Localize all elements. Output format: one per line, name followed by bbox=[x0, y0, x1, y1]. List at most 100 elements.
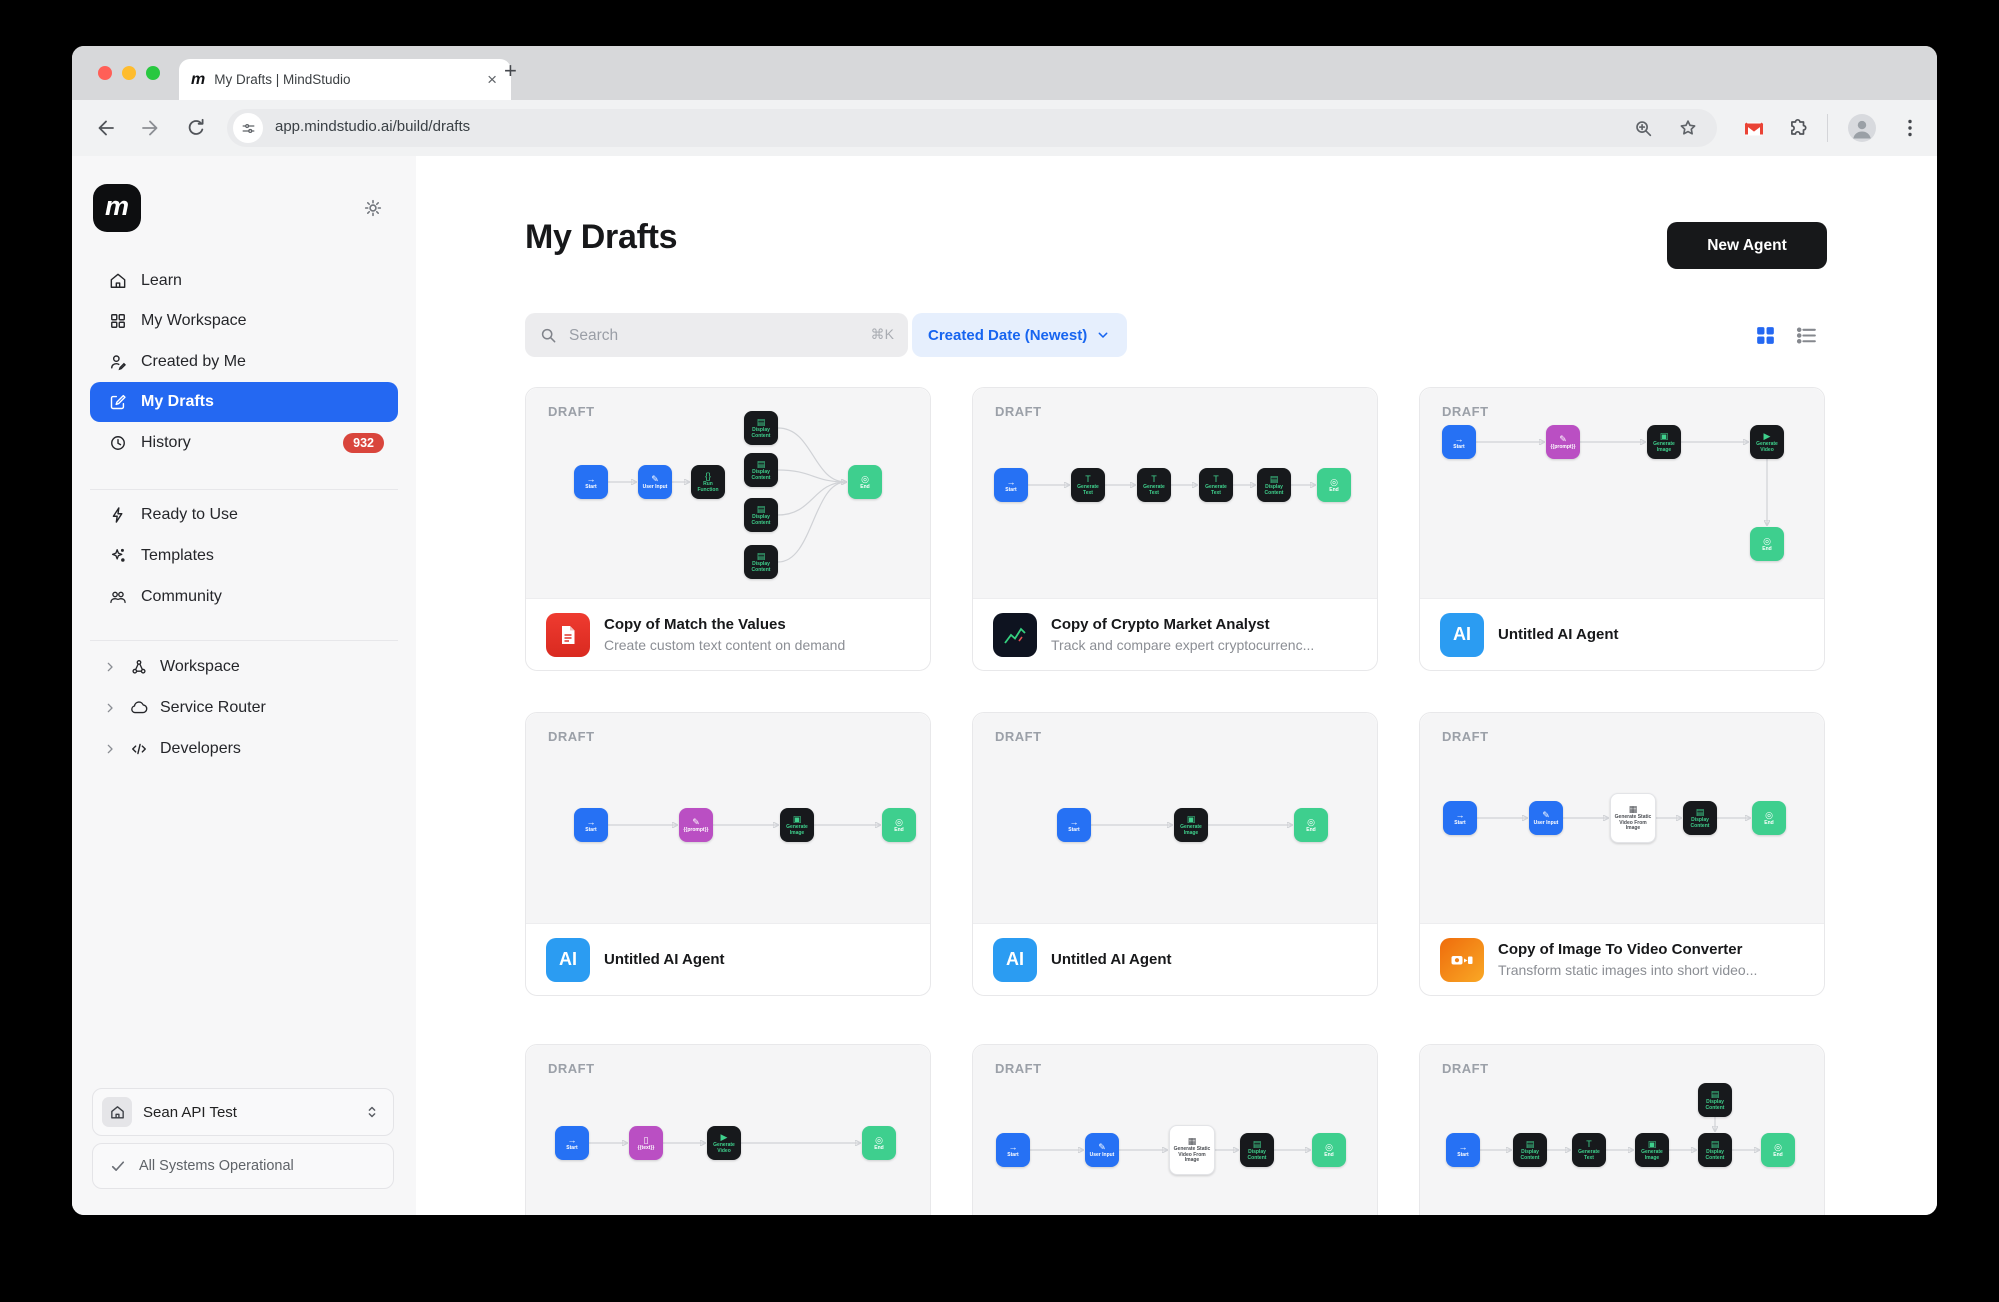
workflow-node-user-input: ✎User Input bbox=[1085, 1133, 1119, 1167]
mindstudio-logo[interactable]: m bbox=[93, 184, 141, 232]
settings-gear-icon[interactable] bbox=[362, 197, 384, 219]
sidebar-item-learn[interactable]: Learn bbox=[90, 261, 398, 301]
sidebar-item-created-by-me[interactable]: Created by Me bbox=[90, 342, 398, 382]
browser-menu-icon[interactable] bbox=[1898, 116, 1922, 140]
cloud-icon bbox=[129, 698, 149, 718]
card-footer: AI Untitled AI Agent bbox=[526, 923, 930, 995]
new-agent-button[interactable]: New Agent bbox=[1667, 222, 1827, 269]
code-icon bbox=[129, 739, 149, 759]
sidebar-item-my-workspace[interactable]: My Workspace bbox=[90, 301, 398, 341]
ai-agent-icon: AI bbox=[1006, 949, 1024, 970]
workflow-node-generate-text: TGenerate Text bbox=[1071, 468, 1105, 502]
bookmark-star-icon[interactable] bbox=[1677, 117, 1699, 139]
workflow-node-display-content: ▤Display Content bbox=[1698, 1133, 1732, 1167]
workflow-node-display-content: ▤Display Content bbox=[1698, 1083, 1732, 1117]
workflow-canvas: DRAFT →Start✎User Input▦Generate Static … bbox=[973, 1045, 1377, 1215]
tab-title: My Drafts | MindStudio bbox=[214, 72, 476, 87]
workflow-node-start: →Start bbox=[574, 465, 608, 499]
card-text: Copy of Image To Video Converter Transfo… bbox=[1498, 939, 1757, 980]
draft-card[interactable]: DRAFT →Start▯{{text}}▶Generate Video◎End bbox=[525, 1044, 931, 1215]
draft-card[interactable]: DRAFT →Start✎{{prompt}}▣Generate Image▶G… bbox=[1419, 387, 1825, 671]
sort-dropdown[interactable]: Created Date (Newest) bbox=[912, 313, 1127, 357]
new-tab-button[interactable]: + bbox=[504, 60, 517, 82]
draft-card[interactable]: DRAFT →StartTGenerate TextTGenerate Text… bbox=[972, 387, 1378, 671]
draft-card[interactable]: DRAFT →Start▤Display ContentTGenerate Te… bbox=[1419, 1044, 1825, 1215]
workspace-home-icon bbox=[102, 1097, 132, 1127]
sidebar-item-my-drafts[interactable]: My Drafts bbox=[90, 382, 398, 422]
sidebar-item-history[interactable]: History 932 bbox=[90, 423, 398, 463]
workflow-node-display-content: ▤Display Content bbox=[744, 498, 778, 532]
sidebar: m Learn My Workspace Created by Me My Dr… bbox=[72, 156, 417, 1215]
workflow-node-run-function: {}Run Function bbox=[691, 465, 725, 499]
workflow-node-generate-text: TGenerate Text bbox=[1199, 468, 1233, 502]
card-icon: AI bbox=[1440, 613, 1484, 657]
sidebar-item-developers[interactable]: Developers bbox=[90, 729, 398, 769]
close-window-button[interactable] bbox=[98, 66, 112, 80]
page-content: m Learn My Workspace Created by Me My Dr… bbox=[72, 156, 1937, 1215]
address-bar[interactable]: app.mindstudio.ai/build/drafts bbox=[227, 109, 1717, 147]
extensions-icon[interactable] bbox=[1786, 116, 1810, 140]
sidebar-item-workspace[interactable]: Workspace bbox=[90, 647, 398, 687]
tab-close-icon[interactable]: × bbox=[485, 71, 499, 88]
sidebar-item-community[interactable]: Community bbox=[90, 577, 398, 617]
back-button[interactable] bbox=[94, 116, 118, 140]
toolbar-separator bbox=[1827, 114, 1828, 142]
list-view-toggle[interactable] bbox=[1794, 323, 1819, 348]
browser-toolbar: app.mindstudio.ai/build/drafts bbox=[72, 100, 1937, 157]
workflow-node-text: ▯{{text}} bbox=[629, 1126, 663, 1160]
card-footer: AI Copy of Image To Video Converter Tran… bbox=[1420, 923, 1824, 995]
workflow-node-user-input: ✎User Input bbox=[638, 465, 672, 499]
site-info-icon[interactable] bbox=[233, 113, 263, 143]
system-status[interactable]: All Systems Operational bbox=[92, 1143, 394, 1189]
card-title: Untitled AI Agent bbox=[1498, 624, 1619, 645]
sort-label: Created Date (Newest) bbox=[928, 327, 1087, 344]
workflow-node-generate-video: ▶Generate Video bbox=[707, 1126, 741, 1160]
sidebar-item-ready-to-use[interactable]: Ready to Use bbox=[90, 495, 398, 535]
grid-view-toggle[interactable] bbox=[1753, 323, 1778, 348]
draft-card[interactable]: DRAFT →Start✎{{prompt}}▣Generate Image◎E… bbox=[525, 712, 931, 996]
profile-avatar[interactable] bbox=[1848, 114, 1876, 142]
nodes-icon bbox=[129, 657, 149, 677]
workflow-node-start: →Start bbox=[574, 808, 608, 842]
workflow-canvas: DRAFT →Start✎User Input▦Generate Static … bbox=[1420, 713, 1824, 924]
card-icon: AI bbox=[546, 938, 590, 982]
draft-card[interactable]: DRAFT →Start✎User Input▦Generate Static … bbox=[972, 1044, 1378, 1215]
maximize-window-button[interactable] bbox=[146, 66, 160, 80]
workflow-node-start: →Start bbox=[555, 1126, 589, 1160]
card-subtitle: Create custom text content on demand bbox=[604, 635, 845, 655]
browser-tab[interactable]: m My Drafts | MindStudio × bbox=[179, 59, 511, 100]
draft-card[interactable]: DRAFT →Start✎User Input▦Generate Static … bbox=[1419, 712, 1825, 996]
reload-button[interactable] bbox=[184, 116, 208, 140]
sidebar-item-templates[interactable]: Templates bbox=[90, 536, 398, 576]
workflow-node-display-content: ▤Display Content bbox=[1240, 1133, 1274, 1167]
workflow-canvas: DRAFT →Start✎User Input{}Run Function▤Di… bbox=[526, 388, 930, 599]
workflow-node-prompt: ✎{{prompt}} bbox=[679, 808, 713, 842]
card-footer: AI Copy of Match the Values Create custo… bbox=[526, 598, 930, 670]
chevron-right-icon bbox=[102, 700, 118, 716]
search-input[interactable] bbox=[567, 313, 841, 359]
home-icon bbox=[108, 271, 128, 291]
workflow-node-start: →Start bbox=[1442, 425, 1476, 459]
sidebar-item-service-router[interactable]: Service Router bbox=[90, 688, 398, 728]
workspace-selector[interactable]: Sean API Test bbox=[92, 1088, 394, 1136]
check-icon bbox=[109, 1157, 127, 1175]
minimize-window-button[interactable] bbox=[122, 66, 136, 80]
forward-button[interactable] bbox=[138, 116, 162, 140]
workflow-node-generate-image: ▣Generate Image bbox=[780, 808, 814, 842]
search-box[interactable]: ⌘K bbox=[525, 313, 908, 357]
card-icon: AI bbox=[993, 613, 1037, 657]
card-footer: AI Untitled AI Agent bbox=[973, 923, 1377, 995]
draft-card[interactable]: DRAFT →Start✎User Input{}Run Function▤Di… bbox=[525, 387, 931, 671]
workflow-node-generate-static-video-from-image: ▦Generate Static Video From Image bbox=[1610, 793, 1656, 843]
window-controls[interactable] bbox=[98, 66, 160, 80]
workflow-node-end: ◎End bbox=[1752, 801, 1786, 835]
gmail-icon[interactable] bbox=[1742, 117, 1766, 141]
mindstudio-favicon-icon: m bbox=[191, 72, 205, 88]
workflow-node-prompt: ✎{{prompt}} bbox=[1546, 425, 1580, 459]
card-subtitle: Transform static images into short video… bbox=[1498, 960, 1757, 980]
workflow-node-display-content: ▤Display Content bbox=[1683, 801, 1717, 835]
zoom-icon[interactable] bbox=[1632, 117, 1654, 139]
workflow-canvas: DRAFT →Start✎{{prompt}}▣Generate Image▶G… bbox=[1420, 388, 1824, 599]
draft-card[interactable]: DRAFT →Start▣Generate Image◎End AI Untit… bbox=[972, 712, 1378, 996]
workflow-canvas: DRAFT →Start▣Generate Image◎End bbox=[973, 713, 1377, 924]
